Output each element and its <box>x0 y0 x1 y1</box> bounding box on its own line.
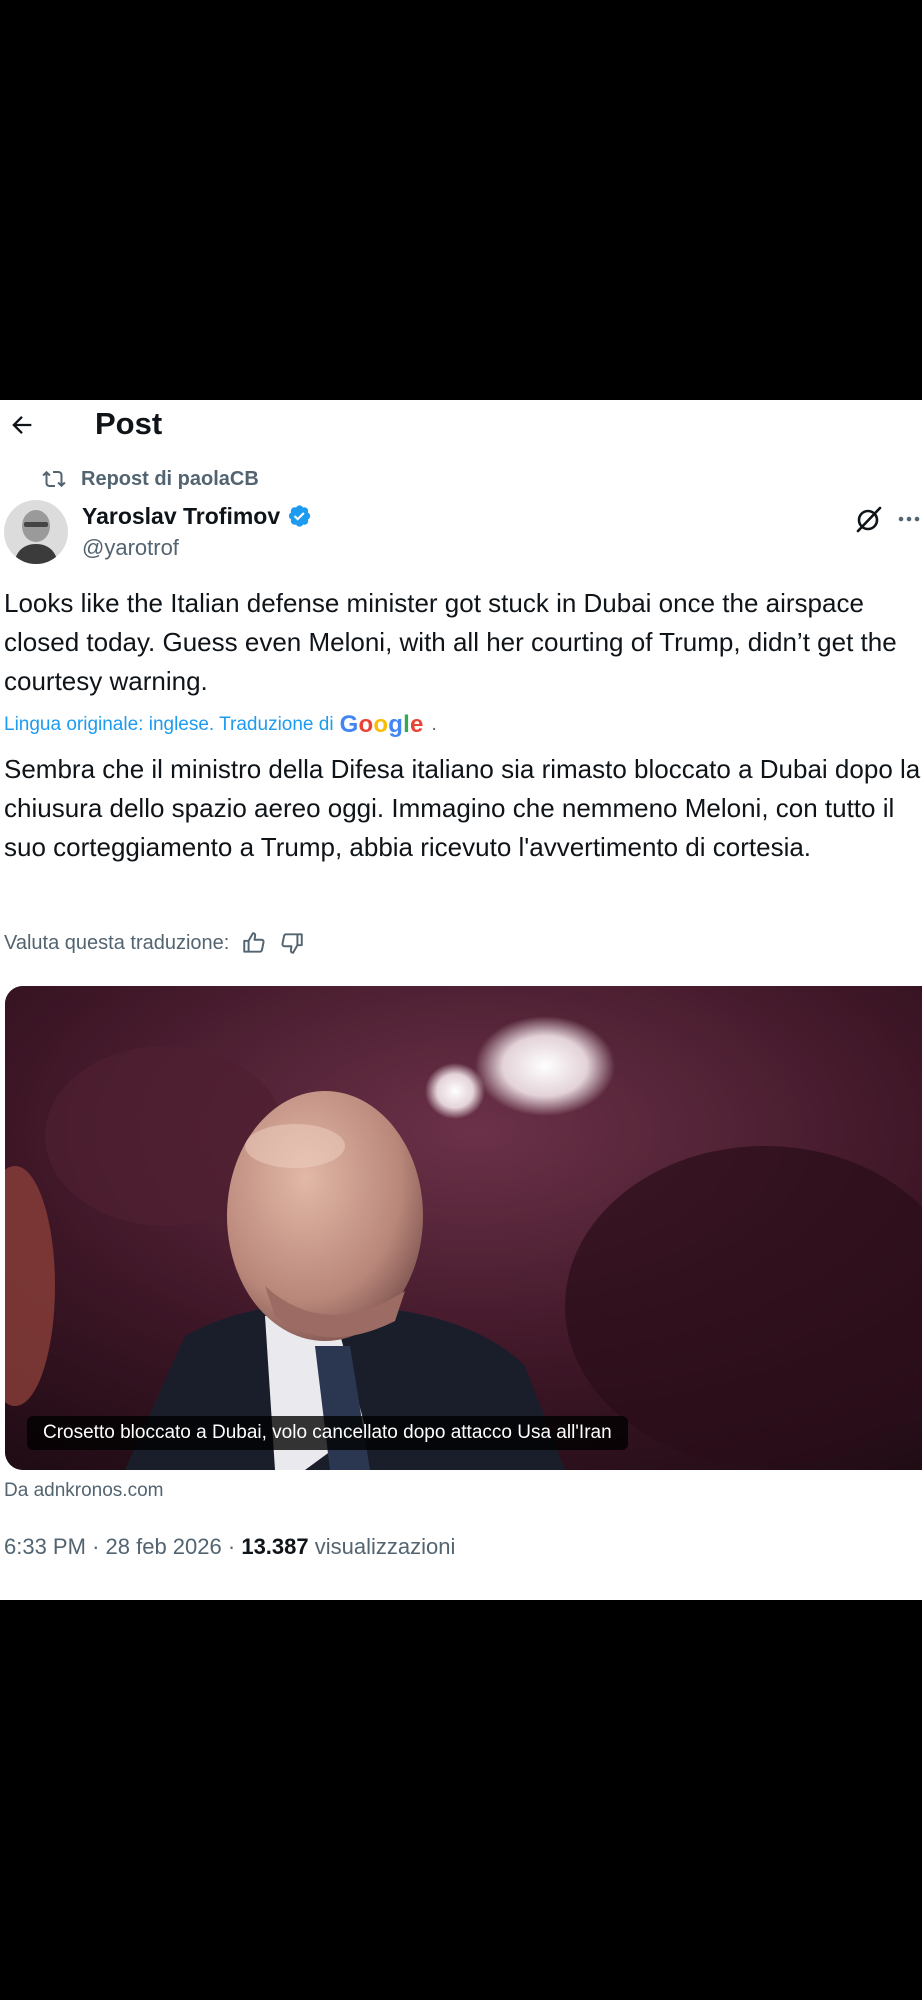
media-source[interactable]: Da adnkronos.com <box>4 1478 163 1504</box>
verified-badge-icon <box>289 505 311 527</box>
author-name[interactable]: Yaroslav Trofimov <box>82 502 312 530</box>
translation-notice: Lingua originale: inglese. Traduzione di… <box>4 710 437 740</box>
news-photo <box>5 986 922 1470</box>
rate-translation: Valuta questa traduzione: <box>4 928 305 958</box>
thumbs-down-icon[interactable] <box>279 930 305 956</box>
post-date[interactable]: 28 feb 2026 <box>106 1534 222 1559</box>
meta-separator: · <box>227 1534 236 1559</box>
grok-button[interactable] <box>854 504 884 534</box>
media-caption: Crosetto bloccato a Dubai, volo cancella… <box>27 1416 628 1450</box>
repost-label: Repost di paolaCB <box>81 467 259 490</box>
views-label: visualizzazioni <box>314 1534 456 1559</box>
post-time[interactable]: 6:33 PM <box>4 1534 86 1559</box>
back-button[interactable] <box>8 411 36 439</box>
post-panel: Post Repost di paolaCB Yaroslav Trofimov… <box>0 400 922 1600</box>
translation-notice-end: . <box>431 714 437 735</box>
repost-indicator[interactable]: Repost di paolaCB <box>42 466 259 492</box>
avatar[interactable] <box>4 500 68 564</box>
top-bar: Post <box>0 400 922 448</box>
views-count: 13.387 <box>241 1534 309 1559</box>
rate-translation-label: Valuta questa traduzione: <box>4 931 230 954</box>
link-card-image[interactable]: Crosetto bloccato a Dubai, volo cancella… <box>5 986 922 1470</box>
author-name-text: Yaroslav Trofimov <box>82 503 281 529</box>
back-arrow-icon <box>12 416 32 434</box>
author-handle[interactable]: @yarotrof <box>82 534 179 562</box>
meta-separator: · <box>92 1534 100 1559</box>
repost-icon <box>42 470 66 488</box>
translation-notice-text[interactable]: Lingua originale: inglese. Traduzione di <box>4 710 334 740</box>
page-title: Post <box>95 406 163 441</box>
tweet-text: Looks like the Italian defense minister … <box>4 588 897 696</box>
more-icon <box>898 516 920 522</box>
translated-text: Sembra che il ministro della Difesa ital… <box>4 754 921 862</box>
more-button[interactable] <box>896 504 922 534</box>
avatar-photo <box>4 500 68 564</box>
post-meta: 6:33 PM · 28 feb 2026 · 13.387 visualizz… <box>4 1532 455 1562</box>
grok-icon <box>856 506 882 533</box>
thumbs-up-icon[interactable] <box>241 930 267 956</box>
google-logo: Google <box>339 711 424 738</box>
